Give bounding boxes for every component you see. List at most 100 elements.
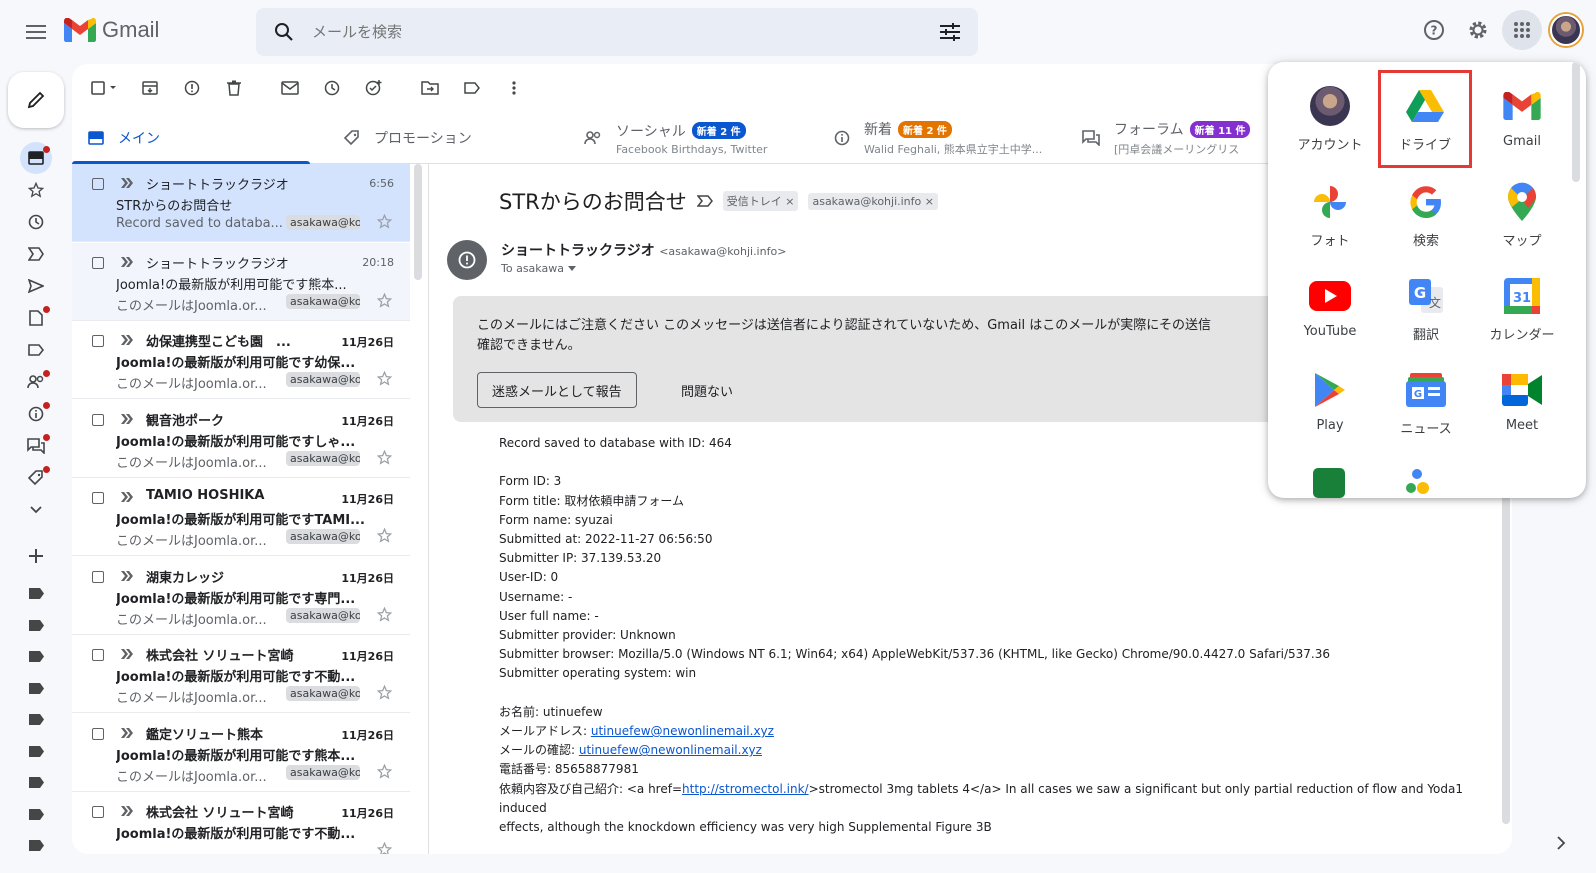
- important-marker-icon[interactable]: [120, 413, 134, 425]
- compose-button[interactable]: [8, 72, 64, 128]
- important-marker-icon[interactable]: [120, 727, 134, 739]
- search-options-button[interactable]: [922, 23, 978, 41]
- row-checkbox[interactable]: [92, 335, 104, 347]
- nav-promotions[interactable]: [16, 462, 56, 494]
- list-scrollbar[interactable]: [414, 164, 422, 280]
- app-youtube[interactable]: YouTube: [1282, 260, 1378, 352]
- app-photos[interactable]: フォト: [1282, 166, 1378, 258]
- user-label[interactable]: [16, 735, 56, 767]
- inbox-label-chip[interactable]: 受信トレイ ×: [722, 191, 799, 211]
- more-button[interactable]: [494, 68, 534, 108]
- chevron-right-icon[interactable]: [1556, 836, 1566, 850]
- nav-label[interactable]: [16, 334, 56, 366]
- web-link[interactable]: http://stromectol.ink/: [682, 782, 809, 796]
- user-label[interactable]: [16, 672, 56, 704]
- email-row[interactable]: ショートトラックラジオ 6:56 STRからのお問合せ Record saved…: [72, 164, 410, 242]
- nav-important[interactable]: [16, 238, 56, 270]
- nav-updates[interactable]: [16, 398, 56, 430]
- report-spam-button[interactable]: 迷惑メールとして報告: [477, 372, 637, 408]
- tab-primary[interactable]: メイン: [72, 112, 310, 164]
- email-row[interactable]: TAMIO HOSHIKA 11月26日 Joomla!の最新版が利用可能ですT…: [72, 478, 410, 556]
- important-marker-icon[interactable]: [120, 256, 134, 268]
- app-news[interactable]: G ニュース: [1378, 354, 1474, 446]
- star-icon[interactable]: [377, 214, 392, 229]
- row-checkbox[interactable]: [92, 256, 104, 269]
- important-marker-icon[interactable]: [120, 805, 134, 817]
- row-checkbox[interactable]: [92, 649, 104, 661]
- row-checkbox[interactable]: [92, 727, 104, 740]
- app-play[interactable]: Play: [1282, 354, 1378, 446]
- apps-scrollbar[interactable]: [1572, 62, 1580, 182]
- email-row[interactable]: 鑑定ソリュート熊本 11月26日 Joomla!の最新版が利用可能です熊本...…: [72, 714, 410, 792]
- row-checkbox[interactable]: [92, 492, 104, 504]
- star-icon[interactable]: [377, 842, 392, 854]
- app-account[interactable]: アカウント: [1282, 70, 1378, 162]
- account-avatar-button[interactable]: [1546, 10, 1586, 50]
- nav-drafts[interactable]: [16, 302, 56, 334]
- user-label[interactable]: [16, 703, 56, 735]
- nav-starred[interactable]: [16, 174, 56, 206]
- app-partial-icon[interactable]: [1313, 468, 1345, 498]
- row-checkbox[interactable]: [92, 806, 104, 818]
- nav-inbox[interactable]: [16, 142, 56, 174]
- nav-more[interactable]: [16, 494, 56, 526]
- create-label-button[interactable]: [16, 540, 56, 572]
- star-icon[interactable]: [377, 371, 392, 386]
- app-drive[interactable]: ドライブ: [1378, 70, 1472, 168]
- main-menu-button[interactable]: [16, 12, 56, 52]
- nav-sent[interactable]: [16, 270, 56, 302]
- snooze-button[interactable]: [312, 68, 352, 108]
- nav-forums[interactable]: [16, 430, 56, 462]
- app-gmail[interactable]: Gmail: [1474, 70, 1570, 162]
- user-label[interactable]: [16, 640, 56, 672]
- star-icon[interactable]: [377, 292, 392, 308]
- row-checkbox[interactable]: [92, 178, 104, 190]
- app-partial-icon[interactable]: [1403, 466, 1435, 498]
- app-meet[interactable]: Meet: [1474, 354, 1570, 446]
- settings-button[interactable]: [1458, 10, 1498, 50]
- looks-safe-button[interactable]: 問題ない: [677, 372, 737, 408]
- important-marker-icon[interactable]: [120, 648, 134, 660]
- important-marker-icon[interactable]: [120, 334, 134, 346]
- tab-promotions[interactable]: プロモーション: [328, 112, 566, 164]
- email-row[interactable]: 観音池ポーク 11月26日 Joomla!の最新版が利用可能ですしゃ... この…: [72, 400, 410, 478]
- important-marker-icon[interactable]: [120, 570, 134, 582]
- archive-button[interactable]: [130, 68, 170, 108]
- user-label[interactable]: [16, 766, 56, 798]
- user-label[interactable]: [16, 829, 56, 861]
- tab-updates[interactable]: 新着 新着 2 件 Walid Feghali, 熊本県立宇土中学...: [818, 112, 1068, 164]
- star-icon[interactable]: [377, 685, 392, 700]
- app-search[interactable]: 検索: [1378, 166, 1474, 258]
- search-input[interactable]: [312, 23, 922, 41]
- row-checkbox[interactable]: [92, 570, 104, 583]
- user-label[interactable]: [16, 798, 56, 830]
- labels-button[interactable]: [452, 68, 492, 108]
- star-icon[interactable]: [377, 763, 392, 779]
- google-apps-button[interactable]: [1502, 10, 1542, 50]
- important-marker-icon[interactable]: [120, 177, 134, 189]
- add-task-button[interactable]: [354, 68, 394, 108]
- account-label-chip[interactable]: asakawa@kohji.info ×: [808, 192, 938, 210]
- email-row[interactable]: 株式会社 ソリュート宮崎 11月26日 Joomla!の最新版が利用可能です不動…: [72, 792, 410, 854]
- email-row[interactable]: 湖東カレッジ 11月26日 Joomla!の最新版が利用可能です専門... この…: [72, 557, 410, 635]
- star-icon[interactable]: [377, 606, 392, 622]
- search-button[interactable]: [256, 22, 312, 42]
- star-icon[interactable]: [377, 449, 392, 465]
- tab-social[interactable]: ソーシャル 新着 2 件 Facebook Birthdays, Twitter: [568, 112, 818, 164]
- app-translate[interactable]: G文 翻訳: [1378, 260, 1474, 352]
- row-checkbox[interactable]: [92, 413, 104, 426]
- email-row[interactable]: 幼保連携型こども園 ... 11月26日 Joomla!の最新版が利用可能です幼…: [72, 321, 410, 399]
- star-icon[interactable]: [377, 528, 392, 543]
- nav-snoozed[interactable]: [16, 206, 56, 238]
- email-link[interactable]: utinuefew@newonlinemail.xyz: [579, 743, 762, 757]
- important-marker-icon[interactable]: [120, 491, 134, 503]
- delete-button[interactable]: [214, 68, 254, 108]
- app-calendar[interactable]: 31 カレンダー: [1474, 260, 1570, 352]
- email-row[interactable]: ショートトラックラジオ 20:18 Joomla!の最新版が利用可能です熊本..…: [72, 242, 410, 321]
- move-to-button[interactable]: [410, 68, 450, 108]
- report-spam-button[interactable]: [172, 68, 212, 108]
- app-maps[interactable]: マップ: [1474, 166, 1570, 258]
- mark-unread-button[interactable]: [270, 68, 310, 108]
- support-button[interactable]: ?: [1414, 10, 1454, 50]
- recipient-details[interactable]: To asakawa: [501, 262, 576, 275]
